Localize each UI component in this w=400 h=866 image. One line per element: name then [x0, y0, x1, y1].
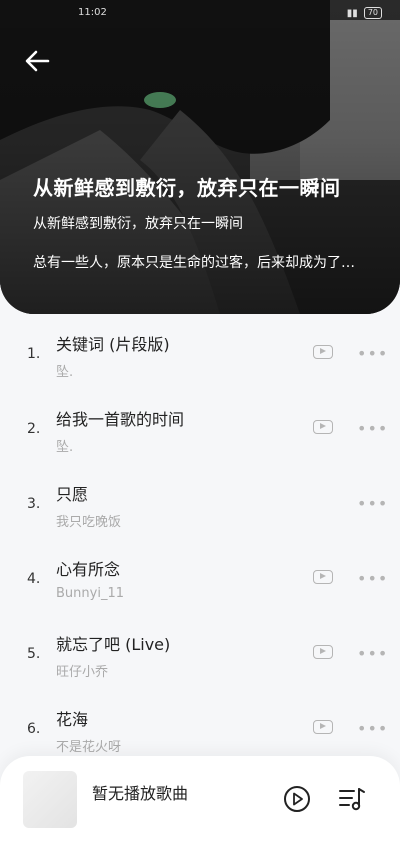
song-title: 花海 — [56, 710, 89, 729]
song-row[interactable]: 1. 关键词 (片段版) 坠. ••• — [0, 318, 400, 393]
status-time: 11:02 — [78, 7, 107, 18]
more-icon[interactable]: ••• — [357, 569, 388, 588]
battery-icon: 70 — [363, 7, 382, 19]
playlist-header: 11:02 ▮▮ 70 从新鲜感到敷衍，放弃只在一瞬间 从新鲜感到敷衍，放弃只在… — [0, 0, 400, 314]
song-artist: 我只吃晚饭 — [56, 515, 122, 530]
back-arrow-icon[interactable] — [22, 46, 52, 76]
more-icon[interactable]: ••• — [357, 644, 388, 663]
signal-icon: ▮▮ — [346, 7, 358, 19]
song-index: 4. — [27, 571, 41, 587]
song-row[interactable]: 3. 只愿 我只吃晚饭 ••• — [0, 468, 400, 543]
song-row[interactable]: 5. 就忘了吧 (Live) 旺仔小乔 ••• — [0, 618, 400, 693]
play-icon[interactable] — [283, 785, 311, 813]
mv-play-icon[interactable] — [313, 645, 333, 659]
more-icon[interactable]: ••• — [357, 344, 388, 363]
mv-play-icon[interactable] — [313, 420, 333, 434]
song-index: 3. — [27, 496, 41, 512]
mv-play-icon[interactable] — [313, 345, 333, 359]
mini-player[interactable]: 暂无播放歌曲 — [0, 756, 400, 866]
song-index: 5. — [27, 646, 41, 662]
mv-play-icon[interactable] — [313, 720, 333, 734]
song-title: 关键词 (片段版) — [56, 335, 170, 354]
now-playing-title[interactable]: 暂无播放歌曲 — [92, 780, 188, 804]
song-index: 2. — [27, 421, 41, 437]
playlist-subtitle: 从新鲜感到敷衍，放弃只在一瞬间 — [33, 216, 243, 232]
song-title: 给我一首歌的时间 — [56, 410, 185, 429]
status-bar: 11:02 ▮▮ 70 — [0, 6, 400, 22]
song-title: 心有所念 — [56, 560, 121, 579]
song-artist: Bunnyi_11 — [56, 586, 124, 601]
playlist-title: 从新鲜感到敷衍，放弃只在一瞬间 — [33, 176, 341, 200]
song-artist: 不是花火呀 — [56, 740, 122, 755]
song-list: 1. 关键词 (片段版) 坠. ••• 2. 给我一首歌的时间 坠. ••• 3… — [0, 318, 400, 768]
song-row[interactable]: 4. 心有所念 Bunnyi_11 ••• — [0, 543, 400, 618]
playlist-queue-icon[interactable] — [338, 786, 366, 812]
song-title: 就忘了吧 (Live) — [56, 635, 171, 654]
song-artist: 坠. — [56, 440, 74, 455]
more-icon[interactable]: ••• — [357, 419, 388, 438]
playlist-description[interactable]: 总有一些人，原本只是生命的过客，后来却成为了我们生命中的一部分 — [33, 252, 363, 272]
song-title: 只愿 — [56, 485, 89, 504]
song-artist: 旺仔小乔 — [56, 665, 109, 680]
more-icon[interactable]: ••• — [357, 494, 388, 513]
status-icons: ▮▮ 70 — [347, 7, 382, 19]
song-index: 1. — [27, 346, 41, 362]
now-playing-cover[interactable] — [23, 771, 77, 828]
mv-play-icon[interactable] — [313, 570, 333, 584]
more-icon[interactable]: ••• — [357, 719, 388, 738]
song-index: 6. — [27, 721, 41, 737]
song-row[interactable]: 2. 给我一首歌的时间 坠. ••• — [0, 393, 400, 468]
song-artist: 坠. — [56, 365, 74, 380]
